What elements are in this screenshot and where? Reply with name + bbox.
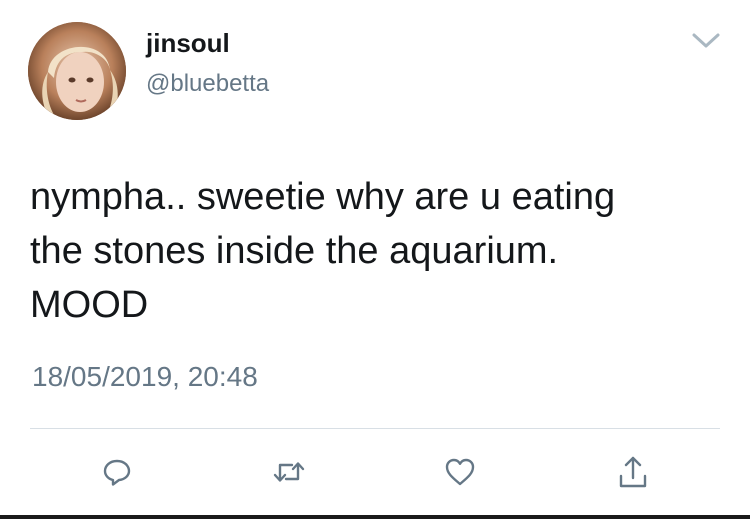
reply-icon — [103, 459, 131, 486]
divider — [30, 428, 720, 429]
bottom-edge — [0, 515, 750, 519]
display-name[interactable]: jinsoul — [146, 28, 230, 59]
heart-icon — [445, 458, 475, 486]
retweet-icon — [273, 462, 305, 482]
retweet-button[interactable] — [269, 452, 309, 492]
share-button[interactable] — [613, 452, 653, 492]
tweet-timestamp[interactable]: 18/05/2019, 20:48 — [32, 360, 258, 394]
share-icon — [619, 456, 647, 488]
user-handle[interactable]: @bluebetta — [146, 70, 269, 99]
tweet-text: nympha.. sweetie why are u eating the st… — [30, 176, 616, 326]
avatar-image — [28, 22, 126, 120]
reply-button[interactable] — [97, 452, 137, 492]
chevron-down-icon[interactable] — [688, 28, 724, 52]
like-button[interactable] — [440, 452, 480, 492]
avatar[interactable] — [28, 22, 126, 120]
